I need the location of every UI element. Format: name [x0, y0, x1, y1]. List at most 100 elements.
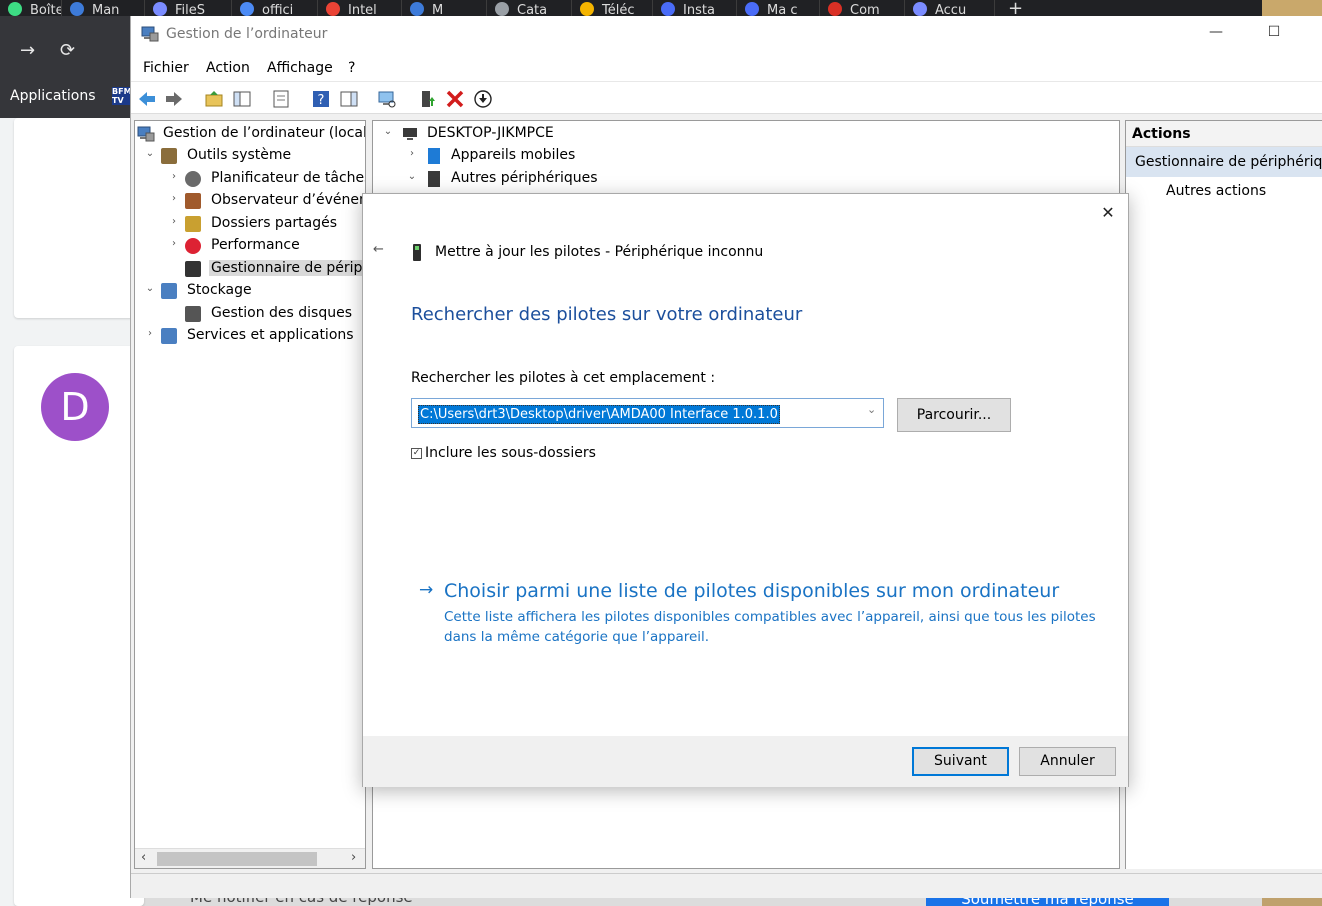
tree-node-icon — [185, 305, 201, 322]
menu-fichier[interactable]: Fichier — [143, 60, 189, 76]
maximize-button[interactable]: ☐ — [1259, 24, 1289, 46]
browser-tab[interactable]: offici — [232, 0, 318, 16]
computer-icon — [403, 128, 417, 140]
browser-reload-icon[interactable]: ⟳ — [60, 40, 75, 61]
browser-tab-label: Ma c — [767, 3, 798, 16]
toolbar: ? — [131, 82, 1322, 114]
scroll-left-icon[interactable]: ‹ — [141, 850, 146, 865]
chevron-right-icon[interactable]: › — [167, 193, 181, 204]
choose-driver-list-description[interactable]: Cette liste affichera les pilotes dispon… — [444, 607, 1104, 647]
actions-selected-item[interactable]: Gestionnaire de périphériques — [1126, 147, 1322, 177]
svg-text:?: ? — [318, 93, 325, 108]
chevron-right-icon[interactable]: › — [143, 328, 157, 339]
chevron-down-icon[interactable]: ⌄ — [143, 283, 157, 294]
browser-tab[interactable]: Boîte — [0, 0, 62, 16]
menu-help[interactable]: ? — [348, 60, 355, 76]
browser-forward-icon[interactable]: → — [20, 40, 35, 61]
tree-item-root[interactable]: Gestion de l’ordinateur (local) — [135, 123, 365, 145]
browser-tab[interactable]: Insta — [653, 0, 737, 16]
chevron-right-icon[interactable]: › — [167, 216, 181, 227]
browser-tab[interactable]: Intel — [318, 0, 402, 16]
chevron-right-icon[interactable]: › — [167, 238, 181, 249]
tree-item[interactable]: › Dossiers partagés — [135, 213, 365, 235]
tab-favicon-icon — [240, 2, 254, 16]
browser-page — [0, 118, 144, 906]
device-category[interactable]: › Appareils mobiles — [373, 145, 1113, 167]
up-folder-icon[interactable] — [204, 89, 224, 109]
tree-item[interactable]: › Planificateur de tâches — [135, 168, 365, 190]
download-icon[interactable] — [473, 89, 493, 109]
driver-path-value[interactable]: C:\Users\drt3\Desktop\driver\AMDA00 Inte… — [418, 405, 780, 424]
tree-item[interactable]: Gestionnaire de périphériques — [135, 258, 365, 280]
tree-item-computer[interactable]: ⌄ DESKTOP-JIKMPCE — [373, 123, 1113, 145]
computer-management-icon — [141, 26, 159, 42]
device-category-icon — [428, 148, 440, 164]
cancel-button[interactable]: Annuler — [1019, 747, 1116, 776]
browser-tab-label: Insta — [683, 3, 715, 16]
tree-item[interactable]: › Performance — [135, 235, 365, 257]
help-icon[interactable]: ? — [311, 89, 331, 109]
tree-label: Gestionnaire de périphériques — [209, 259, 365, 276]
chevron-down-icon[interactable]: ⌄ — [381, 126, 395, 137]
browser-tab[interactable]: M — [402, 0, 487, 16]
menu-action[interactable]: Action — [206, 60, 250, 76]
include-subfolders-label[interactable]: Inclure les sous-dossiers — [425, 445, 596, 461]
tree-item[interactable]: › Observateur d’événements — [135, 190, 365, 212]
browse-button[interactable]: Parcourir... — [897, 398, 1011, 432]
scroll-right-icon[interactable]: › — [351, 850, 356, 865]
scan-hardware-icon[interactable] — [377, 89, 397, 109]
tree-pane: Gestion de l’ordinateur (local) ⌄ Outils … — [134, 120, 366, 869]
browser-tab[interactable]: Com — [820, 0, 905, 16]
show-hide-tree-icon[interactable] — [232, 89, 252, 109]
back-arrow-icon[interactable]: ← — [373, 242, 384, 257]
properties-icon[interactable] — [271, 89, 291, 109]
menu-bar: Fichier Action Affichage ? — [131, 54, 1322, 82]
browser-tab[interactable]: Téléc — [572, 0, 653, 16]
tab-favicon-icon — [326, 2, 340, 16]
actions-header: Actions — [1126, 121, 1322, 147]
browser-nav-bar: → ⟳ — [0, 16, 130, 78]
browser-tab[interactable]: Cata — [487, 0, 572, 16]
driver-path-combobox[interactable]: C:\Users\drt3\Desktop\driver\AMDA00 Inte… — [411, 398, 884, 428]
bookmark-applications[interactable]: Applications — [10, 88, 96, 104]
tree-node-icon — [161, 283, 177, 299]
tree-label: Observateur d’événements — [211, 192, 365, 208]
device-category[interactable]: ⌄ Autres périphériques — [373, 168, 1113, 190]
tree-item[interactable]: Gestion des disques — [135, 303, 365, 325]
scrollbar-thumb[interactable] — [157, 852, 317, 866]
browser-tab-label: M — [432, 3, 444, 16]
forward-arrow-icon[interactable] — [164, 89, 184, 109]
browser-tab[interactable]: Ma c — [737, 0, 820, 16]
next-button[interactable]: Suivant — [912, 747, 1009, 776]
tree-label: Performance — [211, 237, 300, 253]
chevron-down-icon[interactable]: ⌄ — [143, 148, 157, 159]
uninstall-device-icon[interactable] — [445, 89, 465, 109]
tree-item[interactable]: ⌄ Outils système — [135, 145, 365, 167]
back-arrow-icon[interactable] — [137, 89, 157, 109]
include-subfolders-checkbox[interactable]: ✓ — [411, 448, 422, 459]
browser-tab[interactable]: Man — [62, 0, 145, 16]
dialog-title: Mettre à jour les pilotes - Périphérique… — [435, 244, 764, 260]
tree-label: DESKTOP-JIKMPCE — [427, 125, 554, 141]
chevron-right-icon[interactable]: › — [167, 171, 181, 182]
page-card — [14, 118, 144, 318]
chevron-down-icon[interactable]: ⌄ — [867, 403, 876, 416]
other-actions-link[interactable]: Autres actions — [1166, 183, 1266, 199]
update-driver-dialog: ✕ ← Mettre à jour les pilotes - Périphér… — [362, 193, 1129, 787]
choose-driver-list-link[interactable]: Choisir parmi une liste de pilotes dispo… — [444, 580, 1059, 602]
update-driver-icon[interactable] — [418, 89, 438, 109]
close-icon[interactable]: ✕ — [1097, 202, 1119, 224]
minimize-button[interactable]: — — [1201, 24, 1231, 46]
show-hide-action-pane-icon[interactable] — [339, 89, 359, 109]
menu-affichage[interactable]: Affichage — [267, 60, 333, 76]
chevron-down-icon[interactable]: ⌄ — [405, 171, 419, 182]
tree-item[interactable]: › Services et applications — [135, 325, 365, 347]
tree-horizontal-scrollbar[interactable]: ‹ › — [135, 848, 365, 868]
tree-item[interactable]: ⌄ Stockage — [135, 280, 365, 302]
bookmark-bfm-icon[interactable]: BFM TV — [112, 87, 132, 105]
chevron-right-icon[interactable]: › — [405, 148, 419, 159]
browser-tab[interactable]: FileS — [145, 0, 232, 16]
arrow-right-icon[interactable]: → — [419, 580, 433, 600]
browser-tab[interactable]: Accu — [905, 0, 995, 16]
new-tab-button[interactable]: + — [1000, 0, 1040, 16]
